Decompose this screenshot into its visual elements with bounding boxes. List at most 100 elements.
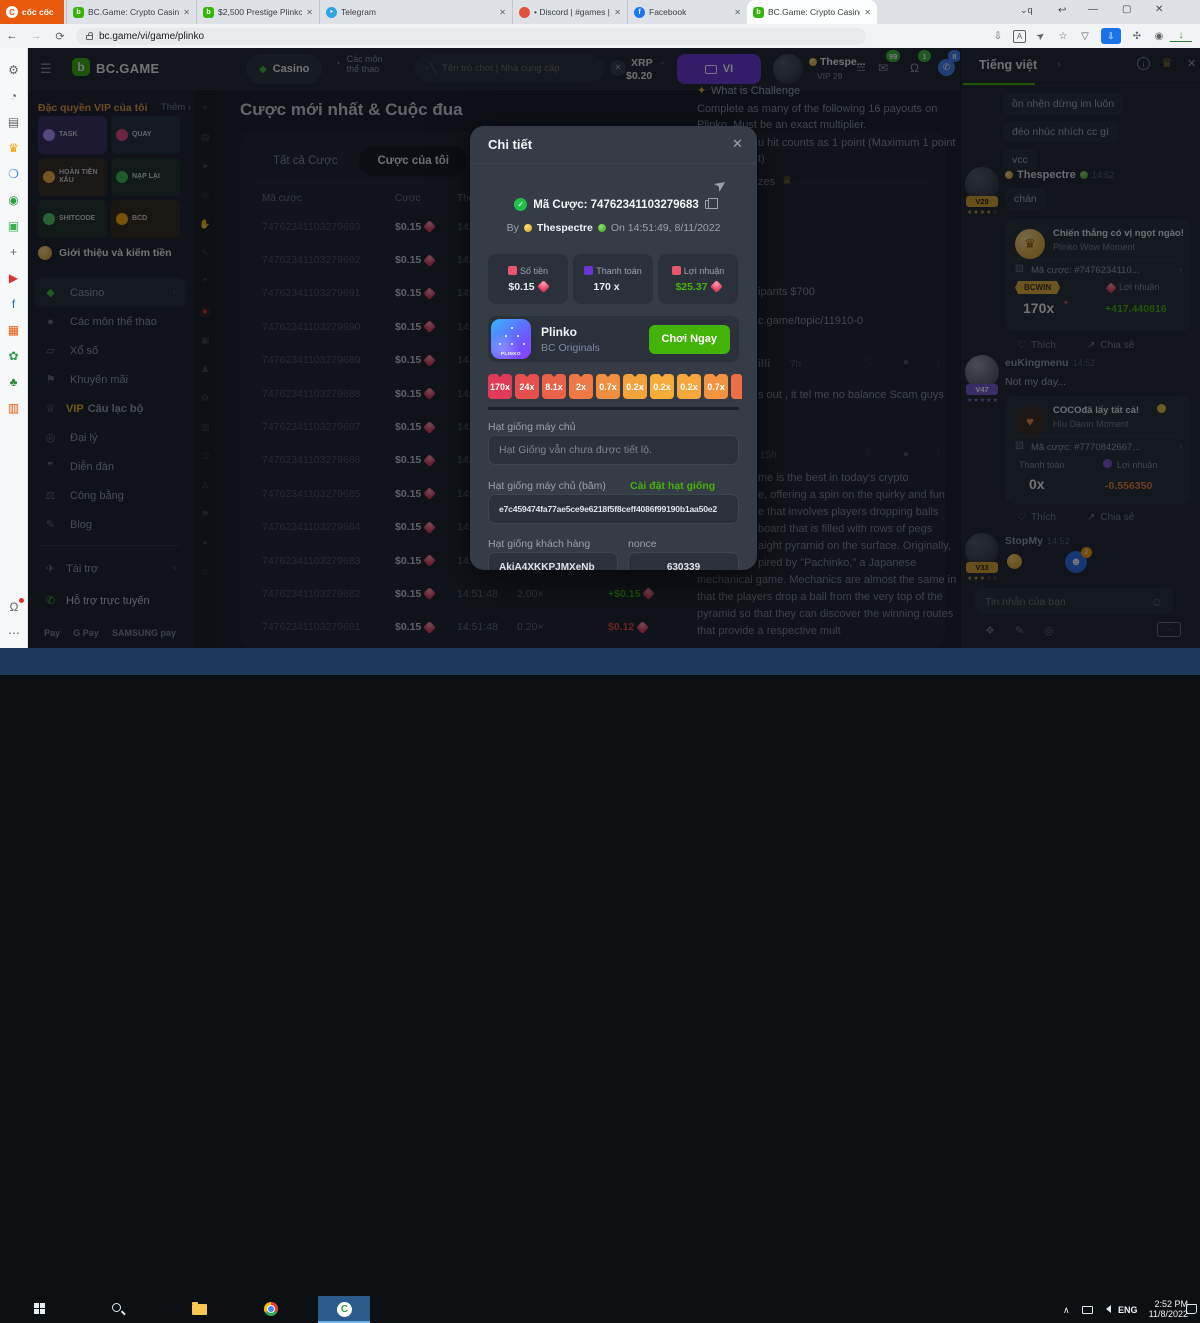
action-center-icon[interactable] (1186, 1304, 1197, 1314)
share-icon[interactable]: ➤ (710, 174, 731, 196)
vip-card[interactable]: TASK (38, 116, 107, 154)
rules-icon[interactable]: ◎ (1044, 624, 1054, 637)
strip-icon[interactable]: ▤ (201, 131, 210, 143)
cart-icon[interactable]: ▥ (8, 400, 19, 416)
emoji-icon[interactable]: ☺ (1151, 595, 1163, 609)
sidebar-menu-item[interactable]: ⚑ Khuyến mãi (34, 365, 186, 394)
chat-username[interactable]: StopMy (1005, 535, 1043, 547)
minimize-button[interactable]: — (1088, 4, 1098, 15)
coccoc-menu-button[interactable]: C cốc cốc (0, 0, 64, 24)
game-name[interactable]: Plinko (541, 325, 600, 339)
browser-tab[interactable]: BC.Game: Crypto Casino Gan ✕ (66, 0, 196, 24)
network-icon[interactable] (1082, 1306, 1093, 1314)
bcgame-logo-icon[interactable]: b (72, 58, 90, 76)
tab-all-bets[interactable]: Tất cả Cược (255, 146, 355, 176)
history-icon[interactable]: ◔ (10, 88, 17, 104)
mail-icon[interactable]: ✉ (878, 61, 888, 75)
gif-keyboard-icon[interactable]: ··· (1157, 622, 1181, 637)
start-button-icon[interactable] (34, 1303, 46, 1315)
sidebar-menu-item[interactable]: ◎ Đại lý (34, 423, 186, 452)
tab-close-icon[interactable]: ✕ (734, 8, 741, 17)
multiplier-scrollbar[interactable] (488, 407, 739, 410)
strip-icon-active[interactable]: ● (200, 305, 210, 317)
vip-more-link[interactable]: Thêm › (161, 102, 191, 113)
recent-tabs-icon[interactable]: ↩ (1058, 5, 1066, 16)
wallet-button[interactable]: VI (677, 54, 761, 84)
youtube-icon[interactable]: ▶ (9, 270, 18, 286)
messenger-icon[interactable]: ❍ (8, 166, 19, 182)
strip-icon[interactable]: ✈ (201, 102, 209, 114)
browser-tab[interactable]: Facebook ✕ (627, 0, 747, 24)
like-button[interactable]: ♡ Thích (1017, 512, 1056, 523)
media-download-icon[interactable]: ⇩ (987, 31, 1009, 42)
strip-icon[interactable]: ☺ (200, 566, 209, 578)
tree-icon[interactable]: ♣ (10, 374, 18, 390)
reload-icon[interactable]: ⟳ (48, 30, 72, 43)
tab-close-icon[interactable]: ✕ (306, 8, 313, 17)
chevron-right-icon[interactable]: › (1057, 59, 1061, 71)
facebook-icon[interactable]: f (12, 296, 15, 312)
strip-icon[interactable]: ◎ (201, 189, 209, 201)
window-close-button[interactable]: ✕ (1155, 4, 1163, 15)
plinko-game-icon[interactable]: PLINKO (491, 319, 531, 359)
card-bet-id[interactable]: Mã cược: #7770842667... (1031, 442, 1140, 453)
adblock-shield-icon[interactable]: ▽ (1074, 31, 1096, 42)
bell-icon[interactable]: Ω (910, 61, 919, 75)
back-icon[interactable]: ← (0, 30, 24, 42)
forward-icon[interactable]: → (24, 30, 48, 42)
heart-icon[interactable]: ● (903, 449, 909, 460)
user-avatar[interactable] (773, 54, 803, 84)
currency-chevron-icon[interactable]: ⌄ (659, 57, 666, 66)
volume-icon[interactable] (1102, 1305, 1111, 1313)
share-button[interactable]: ↗ Chia sẻ (1087, 340, 1134, 351)
sidebar-menu-item[interactable]: ▱ Xổ số (34, 336, 186, 365)
browser-tab[interactable]: $2,500 Prestige Plinko Challe ✕ (196, 0, 319, 24)
coccoc-download-icon[interactable]: ⇩ (1101, 28, 1121, 44)
url-field[interactable]: bc.game/vi/game/plinko (76, 27, 866, 45)
sidebar-menu-item[interactable]: ⚖ Công bằng (34, 481, 186, 510)
browser-tab[interactable]: • Discord | #games | BC G ✕ (512, 0, 627, 24)
multiplier-strip[interactable]: 170x 24x 8.1x 2x 0.7x 0.2x 0.2x 0.2x 0.7x (488, 374, 742, 399)
maximize-button[interactable]: ▢ (1122, 4, 1131, 15)
share-page-icon[interactable]: ➤ (1029, 25, 1053, 47)
kebab-menu-icon[interactable]: ⋮ (933, 448, 943, 459)
strip-icon[interactable]: ✦ (201, 537, 209, 549)
comment-user[interactable]: illi (758, 358, 770, 370)
sidebar-menu-item[interactable]: ❞ Diễn đàn (34, 452, 186, 481)
nonce-field[interactable] (628, 552, 739, 570)
gear-icon[interactable]: ⚙ (8, 62, 19, 78)
chat-input-box[interactable]: ☺ (975, 588, 1173, 615)
tab-close-icon[interactable]: ✕ (614, 8, 621, 17)
like-icon[interactable]: ♡ (865, 357, 874, 368)
strip-icon[interactable]: ✎ (201, 247, 209, 259)
strip-icon[interactable]: ❞ (203, 276, 208, 288)
referral-button[interactable]: Giới thiệu và kiếm tiền (38, 246, 172, 260)
share-button[interactable]: ↗ Chia sẻ (1087, 512, 1134, 523)
vip-card[interactable]: NẠP LẠI (111, 158, 180, 196)
nav-sports-tab[interactable]: ◔ Các môn thể thao (334, 54, 383, 74)
kebab-menu-icon[interactable]: ⋮ (933, 356, 943, 367)
loss-share-card[interactable]: ♥ COCOđã lấy tất cả! Hìu Damn Moment ⚄ M… (1005, 396, 1191, 504)
modal-close-icon[interactable]: ✕ (732, 136, 743, 152)
info-icon[interactable]: i (1137, 57, 1150, 70)
challenge-link[interactable]: c.game/topic/11910-0 (758, 315, 863, 327)
clock[interactable]: 2:52 PM 11/8/2022 (1142, 1299, 1188, 1319)
client-seed-field[interactable] (488, 552, 618, 570)
chat-username[interactable]: Thespectre (1017, 169, 1076, 181)
strip-icon[interactable]: ✋ (199, 218, 210, 230)
strip-icon[interactable]: ♟ (201, 363, 209, 375)
coin-rain-icon[interactable]: ❖ (985, 624, 995, 637)
tab-close-icon[interactable]: ✕ (864, 8, 871, 17)
strip-icon[interactable]: ⚑ (201, 508, 209, 520)
sidebar-menu-item[interactable]: ✎ Blog (34, 510, 186, 539)
crown-icon[interactable]: ♛ (8, 140, 19, 156)
vip-card[interactable]: SHITCODE (38, 200, 107, 238)
chat-input[interactable] (985, 595, 1145, 608)
language-indicator[interactable]: ENG (1118, 1305, 1138, 1315)
strip-icon[interactable]: ▣ (201, 334, 210, 346)
seed-settings-link[interactable]: Cài đặt hạt giống (630, 480, 715, 492)
chat-username[interactable]: euKingmenu (1005, 357, 1069, 369)
heart-icon[interactable]: ● (903, 357, 909, 368)
plus-icon[interactable]: + (10, 244, 17, 260)
like-icon[interactable]: ♡ (865, 449, 874, 460)
